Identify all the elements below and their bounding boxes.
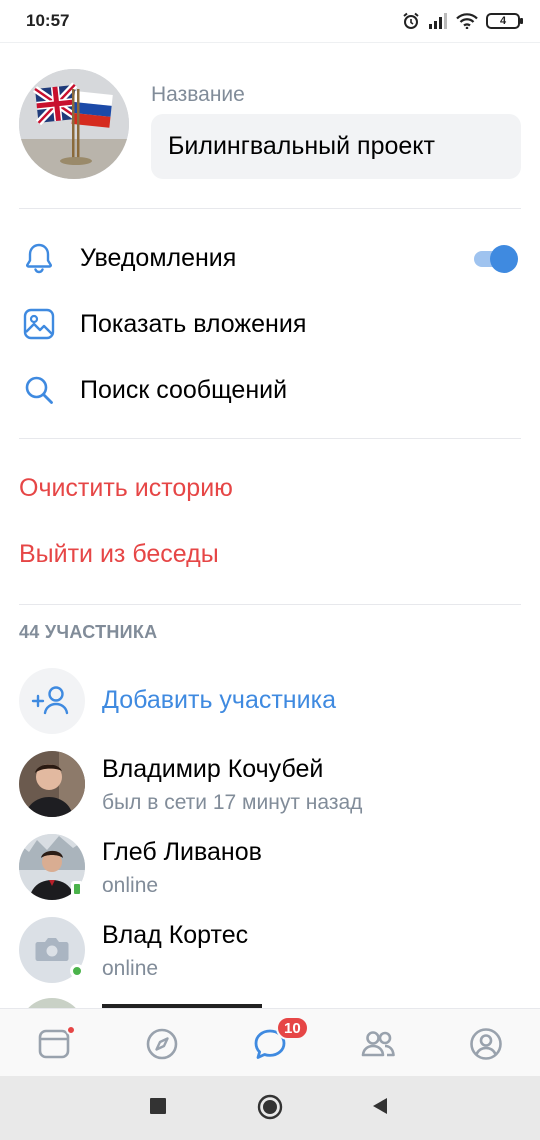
add-member-row[interactable]: Добавить участника bbox=[0, 668, 540, 750]
divider bbox=[19, 604, 521, 605]
avatar-photo bbox=[19, 751, 85, 817]
bell-icon bbox=[26, 243, 52, 274]
profile-icon bbox=[470, 1028, 502, 1060]
divider bbox=[19, 438, 521, 439]
alarm-icon bbox=[403, 12, 419, 29]
member-row[interactable]: Влад Кортес online bbox=[0, 917, 540, 999]
member-avatar-partial bbox=[19, 998, 85, 1008]
chat-name-input[interactable]: Билингвальный проект bbox=[151, 114, 521, 179]
divider bbox=[19, 208, 521, 209]
battery-level: 4 bbox=[499, 15, 507, 27]
messages-badge: 10 bbox=[276, 1016, 309, 1040]
wifi-icon bbox=[456, 13, 478, 29]
member-status: online bbox=[102, 874, 159, 897]
chat-avatar[interactable] bbox=[19, 69, 129, 179]
messages-badge-count: 10 bbox=[284, 1019, 301, 1037]
recent-apps-icon[interactable] bbox=[148, 1096, 168, 1116]
status-icons: 4 bbox=[402, 12, 523, 30]
add-member-avatar bbox=[19, 668, 85, 734]
member-name: Владимир Кочубей bbox=[102, 755, 324, 783]
status-time: 10:57 bbox=[26, 11, 70, 30]
attachments-label: Показать вложения bbox=[80, 309, 307, 338]
status-bar: 10:57 4 bbox=[0, 0, 540, 42]
member-name: Влад Кортес bbox=[102, 921, 249, 949]
back-icon[interactable] bbox=[370, 1096, 390, 1116]
member-name: Глеб Ливанов bbox=[102, 838, 262, 866]
search-icon bbox=[25, 376, 53, 404]
member-status: был в сети 17 минут назад bbox=[102, 791, 363, 814]
signal-icon bbox=[429, 13, 447, 29]
members-count-title: 44 УЧАСТНИКА bbox=[19, 622, 158, 642]
tab-profile[interactable] bbox=[466, 1024, 506, 1064]
friends-icon bbox=[361, 1031, 395, 1057]
news-badge bbox=[66, 1025, 76, 1035]
notifications-toggle[interactable] bbox=[472, 244, 518, 273]
toggle-thumb bbox=[490, 245, 518, 273]
chat-name-label: Название bbox=[151, 83, 245, 106]
leave-chat-button[interactable]: Выйти из беседы bbox=[19, 540, 219, 569]
member-row[interactable]: Глеб Ливанов online bbox=[0, 834, 540, 916]
search-messages-row[interactable]: Поиск сообщений bbox=[0, 358, 540, 422]
member-row[interactable]: Владимир Кочубей был в сети 17 минут наз… bbox=[0, 751, 540, 833]
avatar bbox=[19, 751, 85, 817]
attachments-row[interactable]: Показать вложения bbox=[0, 292, 540, 356]
tab-friends[interactable] bbox=[358, 1024, 398, 1064]
battery-icon: 4 bbox=[486, 13, 523, 29]
notifications-row[interactable]: Уведомления bbox=[0, 226, 540, 290]
compass-icon bbox=[146, 1028, 178, 1060]
tab-messages[interactable]: 10 bbox=[250, 1016, 309, 1064]
notifications-label: Уведомления bbox=[80, 243, 237, 272]
flags-image bbox=[19, 69, 129, 179]
tab-news[interactable] bbox=[34, 1024, 76, 1064]
online-mobile-icon bbox=[71, 881, 83, 897]
clear-history-button[interactable]: Очистить историю bbox=[19, 474, 233, 503]
image-icon bbox=[23, 308, 55, 340]
chat-header: Название Билингвальный проект bbox=[0, 42, 540, 208]
search-messages-label: Поиск сообщений bbox=[80, 375, 288, 404]
online-indicator bbox=[70, 964, 84, 978]
home-icon[interactable] bbox=[257, 1094, 283, 1120]
chat-name-value: Билингвальный проект bbox=[168, 132, 435, 160]
add-user-icon bbox=[31, 686, 69, 715]
member-status: online bbox=[102, 957, 159, 980]
tab-explore[interactable] bbox=[142, 1024, 182, 1064]
tab-bar: 10 bbox=[0, 1008, 540, 1076]
member-name-partial bbox=[102, 1000, 282, 1008]
system-nav-bar bbox=[0, 1076, 540, 1140]
add-member-label: Добавить участника bbox=[102, 686, 336, 714]
